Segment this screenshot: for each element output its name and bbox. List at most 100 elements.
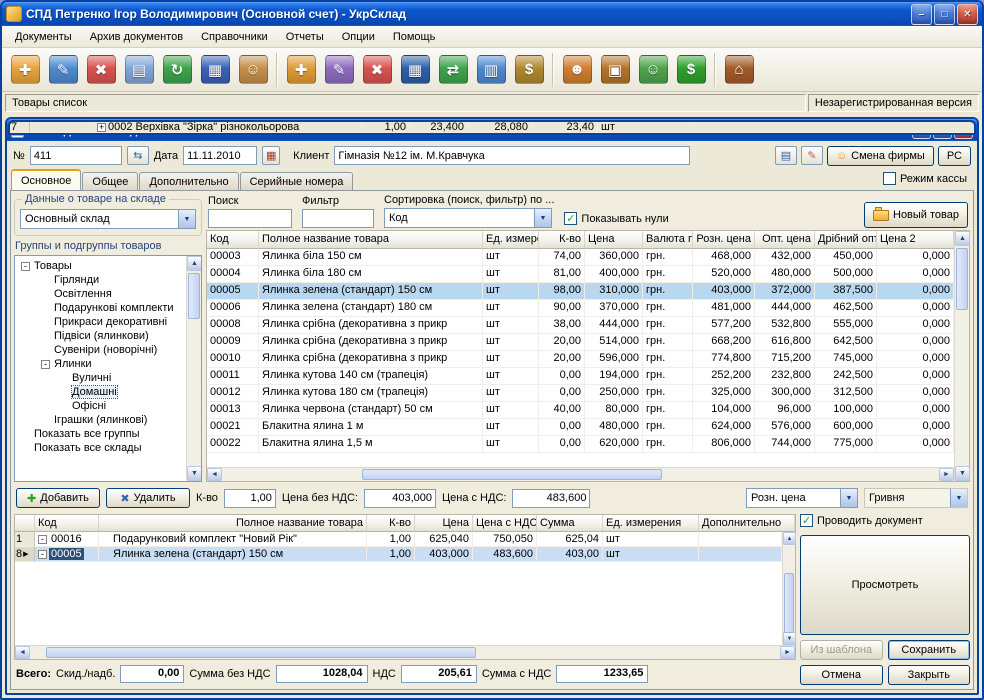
scroll-thumb[interactable] bbox=[362, 469, 662, 480]
price-type-combobox[interactable]: Розн. цена ▼ bbox=[746, 488, 858, 508]
scroll-thumb[interactable] bbox=[784, 573, 794, 633]
column-header[interactable]: Опт. цена bbox=[755, 231, 815, 249]
money-icon[interactable]: $ bbox=[672, 51, 710, 89]
tree-node[interactable]: Підвіси (ялинкови) bbox=[15, 329, 186, 343]
exit-icon[interactable]: ⌂ bbox=[720, 51, 758, 89]
price-vat-input[interactable] bbox=[512, 489, 590, 508]
invoice-vscrollbar[interactable]: ▲ ▼ bbox=[782, 532, 795, 645]
product-row[interactable]: 00022 Блакитна ялина 1,5 м шт 0,00 620,0… bbox=[207, 436, 954, 453]
column-header[interactable] bbox=[15, 515, 35, 532]
scroll-up-icon[interactable]: ▲ bbox=[955, 231, 970, 246]
scroll-thumb[interactable] bbox=[46, 647, 476, 658]
product-row[interactable]: 00010 Ялинка срібна (декоративна з прикр… bbox=[207, 351, 954, 368]
money-report-icon[interactable]: $ bbox=[510, 51, 548, 89]
invoice-hscrollbar[interactable]: ◄ ► bbox=[15, 645, 795, 659]
column-header[interactable]: Ед. измерения bbox=[603, 515, 699, 532]
tree-expander-icon[interactable]: - bbox=[38, 550, 47, 559]
scroll-right-icon[interactable]: ► bbox=[939, 468, 954, 481]
delete-order-icon[interactable]: ✖ bbox=[358, 51, 396, 89]
tree-vscrollbar[interactable]: ▲ ▼ bbox=[186, 256, 201, 481]
tree-expander-icon[interactable]: - bbox=[38, 535, 47, 544]
menu-item[interactable]: Архив документов bbox=[81, 29, 192, 45]
contacts-icon[interactable]: ☻ bbox=[558, 51, 596, 89]
tree-expander-icon[interactable] bbox=[41, 346, 50, 355]
column-header[interactable]: Ед. измерени bbox=[483, 231, 539, 249]
client-edit-button[interactable]: ✎ bbox=[801, 146, 823, 165]
invoice-row[interactable]: 1 -00016 Подарунковий комплект "Новий Рі… bbox=[15, 532, 782, 547]
column-header[interactable]: Цена 2 bbox=[877, 231, 954, 249]
sort-combobox[interactable]: Код ▼ bbox=[384, 208, 552, 228]
tree-node[interactable]: Показать все склады bbox=[15, 441, 186, 455]
tree-expander-icon[interactable] bbox=[41, 416, 50, 425]
tree-expander-icon[interactable]: - bbox=[21, 262, 30, 271]
tree-node[interactable]: Гірлянди bbox=[15, 273, 186, 287]
column-header[interactable]: Полное название товара bbox=[259, 231, 483, 249]
column-header[interactable]: Дрібний опт bbox=[815, 231, 877, 249]
invoice-row[interactable]: 8▶ -00005 Ялинка зелена (стандарт) 150 с… bbox=[15, 547, 782, 562]
price-input[interactable] bbox=[364, 489, 436, 508]
tree-expander-icon[interactable] bbox=[102, 535, 111, 544]
currency-combobox[interactable]: Гривня ▼ bbox=[864, 488, 968, 508]
new-invoice-icon[interactable]: ✚ bbox=[6, 51, 44, 89]
date-input[interactable] bbox=[183, 146, 257, 165]
tree-expander-icon[interactable] bbox=[41, 276, 50, 285]
invoice-list-icon[interactable]: ▦ bbox=[196, 51, 234, 89]
close-button[interactable]: ✕ bbox=[957, 4, 978, 25]
tree-expander-icon[interactable] bbox=[59, 374, 68, 383]
tab[interactable]: Общее bbox=[82, 172, 138, 190]
delete-invoice-icon[interactable]: ✖ bbox=[82, 51, 120, 89]
change-firm-button[interactable]: ☺ Смена фирмы bbox=[827, 146, 934, 166]
tree-expander-icon[interactable] bbox=[102, 550, 111, 559]
column-header[interactable]: Сумма bbox=[537, 515, 603, 532]
column-header[interactable]: Цена bbox=[415, 515, 473, 532]
from-template-button[interactable]: Из шаблона bbox=[800, 640, 883, 660]
tree-expander-icon[interactable] bbox=[21, 444, 30, 453]
column-header[interactable]: Валюта пр bbox=[643, 231, 693, 249]
maximize-button[interactable]: □ bbox=[934, 4, 955, 25]
chevron-down-icon[interactable]: ▼ bbox=[840, 489, 857, 507]
report-icon[interactable]: ▥ bbox=[472, 51, 510, 89]
edit-invoice-icon[interactable]: ✎ bbox=[44, 51, 82, 89]
tab[interactable]: Основное bbox=[11, 169, 81, 190]
products-vscrollbar[interactable]: ▲ ▼ bbox=[954, 231, 969, 481]
column-header[interactable]: Код bbox=[35, 515, 99, 532]
cash-mode-checkbox[interactable] bbox=[883, 172, 896, 185]
client-list-button[interactable]: ▤ bbox=[775, 146, 797, 165]
tree-node[interactable]: - Ялинки bbox=[15, 357, 186, 371]
filter-input[interactable] bbox=[302, 209, 374, 228]
tree-node[interactable]: Вуличні bbox=[15, 371, 186, 385]
column-header[interactable]: Код bbox=[207, 231, 259, 249]
tree-node[interactable]: - Товары bbox=[15, 259, 186, 273]
products-hscrollbar[interactable]: ◄ ► bbox=[207, 467, 954, 481]
qty-input[interactable] bbox=[224, 489, 276, 508]
chevron-down-icon[interactable]: ▼ bbox=[950, 489, 967, 507]
tree-node[interactable]: Освітлення bbox=[15, 287, 186, 301]
edit-order-icon[interactable]: ✎ bbox=[320, 51, 358, 89]
new-item-button[interactable]: Новый товар bbox=[864, 202, 968, 228]
product-row[interactable]: 00012 Ялинка кутова 180 см (трапеція) шт… bbox=[207, 385, 954, 402]
show-zeros-checkbox[interactable]: ✓ bbox=[564, 212, 577, 225]
cancel-button[interactable]: Отмена bbox=[800, 665, 883, 685]
menu-item[interactable]: Опции bbox=[333, 29, 384, 45]
scroll-right-icon[interactable]: ► bbox=[780, 646, 795, 659]
column-header[interactable]: Цена с НДС bbox=[473, 515, 537, 532]
goods-icon[interactable]: ▣ bbox=[596, 51, 634, 89]
chevron-down-icon[interactable]: ▼ bbox=[534, 209, 551, 227]
product-row[interactable]: 00021 Блакитна ялина 1 м шт 0,00 480,000… bbox=[207, 419, 954, 436]
pc-button[interactable]: РС bbox=[938, 146, 971, 166]
column-header[interactable]: Дополнительно bbox=[699, 515, 795, 532]
scroll-down-icon[interactable]: ▼ bbox=[187, 466, 202, 481]
journal-icon[interactable]: ☺ bbox=[234, 51, 272, 89]
main-titlebar[interactable]: СПД Петренко Ігор Володимирович (Основно… bbox=[2, 2, 982, 26]
tree-expander-icon[interactable] bbox=[59, 402, 68, 411]
search-input[interactable] bbox=[208, 209, 292, 228]
product-row[interactable]: 00004 Ялинка біла 180 см шт 81,00 400,00… bbox=[207, 266, 954, 283]
product-row[interactable]: 00009 Ялинка срібна (декоративна з прикр… bbox=[207, 334, 954, 351]
tree-node[interactable]: Офісні bbox=[15, 399, 186, 413]
scroll-up-icon[interactable]: ▲ bbox=[187, 256, 202, 271]
tree-node[interactable]: Показать все группы bbox=[15, 427, 186, 441]
conduct-checkbox[interactable]: ✓ bbox=[800, 514, 813, 527]
delete-button[interactable]: ✖ Удалить bbox=[106, 488, 190, 508]
add-button[interactable]: ✚ Добавить bbox=[16, 488, 100, 508]
client-input[interactable] bbox=[334, 146, 690, 165]
